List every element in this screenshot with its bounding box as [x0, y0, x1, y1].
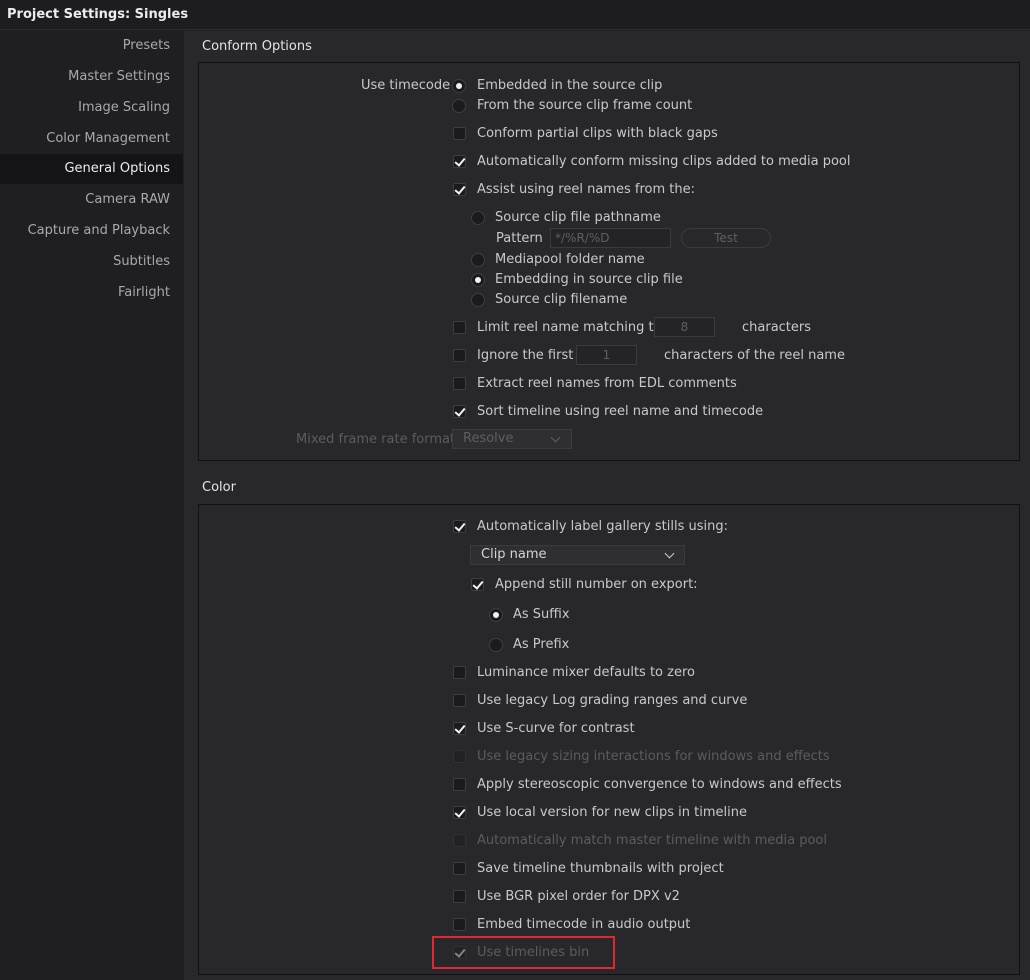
stereoscopic-checkbox[interactable] [453, 778, 466, 791]
settings-main: Conform Options Use timecode Embedded in… [184, 31, 1030, 980]
as-prefix-label: As Prefix [513, 637, 570, 652]
timecode-embedded-label: Embedded in the source clip [477, 78, 663, 93]
test-button[interactable]: Test [681, 228, 771, 248]
chevron-down-icon [664, 548, 675, 559]
highlight-box [432, 936, 615, 969]
legacy-sizing-checkbox [453, 750, 466, 763]
sidebar-item-presets[interactable]: Presets [0, 31, 183, 61]
assist-reel-names-label: Assist using reel names from the: [477, 182, 695, 197]
limit-reel-label: Limit reel name matching to [477, 320, 662, 335]
limit-reel-input[interactable]: 8 [654, 317, 715, 337]
stereoscopic-label: Apply stereoscopic convergence to window… [477, 777, 842, 792]
sidebar-item-general-options[interactable]: General Options [0, 154, 183, 184]
source-pathname-radio[interactable] [471, 211, 485, 225]
conform-section-title: Conform Options [202, 39, 312, 54]
source-filename-radio[interactable] [471, 293, 485, 307]
luminance-mixer-checkbox[interactable] [453, 666, 466, 679]
color-panel [198, 504, 1020, 975]
save-thumbnails-label: Save timeline thumbnails with project [477, 861, 724, 876]
extract-edl-checkbox[interactable] [453, 377, 466, 390]
as-suffix-label: As Suffix [513, 607, 570, 622]
ignore-first-label: Ignore the first [477, 348, 574, 363]
window-title: Project Settings: Singles [7, 7, 189, 22]
mediapool-folder-radio[interactable] [471, 253, 485, 267]
append-still-checkbox[interactable] [471, 578, 484, 591]
append-still-label: Append still number on export: [495, 577, 698, 592]
mixed-frame-value: Resolve [463, 431, 514, 446]
mixed-frame-select[interactable]: Resolve [452, 429, 572, 449]
as-suffix-radio[interactable] [489, 608, 503, 622]
local-version-checkbox[interactable] [453, 806, 466, 819]
auto-conform-missing-label: Automatically conform missing clips adde… [477, 154, 851, 169]
pattern-label: Pattern [496, 231, 543, 246]
luminance-mixer-label: Luminance mixer defaults to zero [477, 665, 695, 680]
legacy-log-label: Use legacy Log grading ranges and curve [477, 693, 748, 708]
timecode-framecount-radio[interactable] [452, 99, 466, 113]
s-curve-label: Use S-curve for contrast [477, 721, 635, 736]
extract-edl-label: Extract reel names from EDL comments [477, 376, 737, 391]
bgr-pixel-checkbox[interactable] [453, 890, 466, 903]
embedding-source-label: Embedding in source clip file [495, 272, 683, 287]
bgr-pixel-label: Use BGR pixel order for DPX v2 [477, 889, 680, 904]
legacy-sizing-label: Use legacy sizing interactions for windo… [477, 749, 830, 764]
window-titlebar: Project Settings: Singles [0, 0, 1030, 30]
mixed-frame-label: Mixed frame rate format [296, 432, 456, 447]
timecode-embedded-radio[interactable] [452, 79, 466, 93]
s-curve-checkbox[interactable] [453, 722, 466, 735]
sidebar-item-fairlight[interactable]: Fairlight [0, 278, 183, 308]
conform-partial-checkbox[interactable] [453, 127, 466, 140]
save-thumbnails-checkbox[interactable] [453, 862, 466, 875]
legacy-log-checkbox[interactable] [453, 694, 466, 707]
color-section-title: Color [202, 480, 236, 495]
auto-label-stills-label: Automatically label gallery stills using… [477, 519, 728, 534]
pattern-input[interactable]: */%R/%D [550, 228, 671, 248]
auto-match-master-checkbox [453, 834, 466, 847]
auto-label-stills-checkbox[interactable] [453, 520, 466, 533]
ignore-first-input[interactable]: 1 [576, 345, 637, 365]
mediapool-folder-label: Mediapool folder name [495, 252, 645, 267]
auto-conform-missing-checkbox[interactable] [453, 155, 466, 168]
limit-reel-characters-label: characters [742, 320, 812, 335]
ignore-first-characters-label: characters of the reel name [664, 348, 845, 363]
auto-match-master-label: Automatically match master timeline with… [477, 833, 827, 848]
chevron-down-icon [550, 432, 561, 443]
ignore-first-checkbox[interactable] [453, 349, 466, 362]
source-filename-label: Source clip filename [495, 292, 628, 307]
local-version-label: Use local version for new clips in timel… [477, 805, 747, 820]
embed-timecode-audio-checkbox[interactable] [453, 918, 466, 931]
use-timecode-label: Use timecode [361, 78, 451, 93]
sort-timeline-checkbox[interactable] [453, 405, 466, 418]
embed-timecode-audio-label: Embed timecode in audio output [477, 917, 691, 932]
sidebar-item-master-settings[interactable]: Master Settings [0, 62, 183, 92]
embedding-source-radio[interactable] [471, 273, 485, 287]
sidebar-item-capture-playback[interactable]: Capture and Playback [0, 216, 183, 246]
sort-timeline-label: Sort timeline using reel name and timeco… [477, 404, 764, 419]
conform-partial-label: Conform partial clips with black gaps [477, 126, 718, 141]
sidebar-item-subtitles[interactable]: Subtitles [0, 247, 183, 277]
clip-name-value: Clip name [481, 547, 547, 562]
sidebar-item-camera-raw[interactable]: Camera RAW [0, 185, 183, 215]
clip-name-select[interactable]: Clip name [470, 545, 685, 565]
timecode-framecount-label: From the source clip frame count [477, 98, 693, 113]
sidebar-item-image-scaling[interactable]: Image Scaling [0, 93, 183, 123]
sidebar-item-color-management[interactable]: Color Management [0, 124, 183, 154]
assist-reel-names-checkbox[interactable] [453, 183, 466, 196]
settings-sidebar: Presets Master Settings Image Scaling Co… [0, 31, 183, 980]
source-pathname-label: Source clip file pathname [495, 210, 661, 225]
limit-reel-checkbox[interactable] [453, 321, 466, 334]
as-prefix-radio[interactable] [489, 638, 503, 652]
